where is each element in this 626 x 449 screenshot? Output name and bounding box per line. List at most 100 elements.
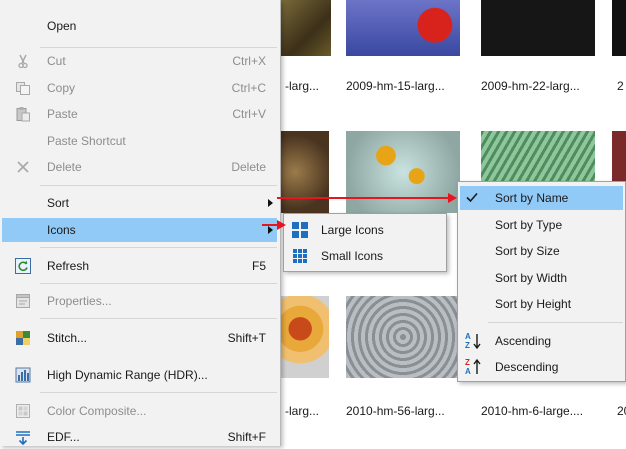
- menu-item-label: Refresh: [47, 259, 90, 273]
- submenu-item-label: Sort by Height: [495, 297, 572, 311]
- menu-item-label: High Dynamic Range (HDR)...: [47, 368, 208, 382]
- menu-item-paste-shortcut[interactable]: Paste Shortcut: [2, 129, 277, 153]
- refresh-icon: [15, 258, 31, 274]
- large-icons-icon: [291, 221, 309, 242]
- hdr-icon: [15, 367, 31, 383]
- svg-text:A: A: [465, 332, 471, 341]
- thumbnail-image[interactable]: [346, 296, 460, 378]
- thumbnail-caption: 2010-hm-56-larg...: [346, 404, 445, 418]
- menu-item-paste[interactable]: Paste Ctrl+V: [2, 102, 277, 126]
- properties-icon: [15, 293, 31, 309]
- submenu-item-label: Sort by Size: [495, 244, 560, 258]
- menu-item-label: Open: [47, 19, 77, 33]
- menu-item-open[interactable]: Open: [2, 14, 277, 38]
- submenu-item-label: Descending: [495, 360, 559, 374]
- thumbnail-caption: 2010-hm-6-large....: [481, 404, 584, 418]
- menu-item-hdr[interactable]: High Dynamic Range (HDR)...: [2, 363, 277, 387]
- menu-item-shortcut: Delete: [231, 160, 266, 174]
- submenu-item-ascending[interactable]: AZ Ascending: [460, 329, 623, 353]
- menu-item-label: Delete: [47, 160, 82, 174]
- menu-separator: [40, 47, 277, 48]
- sort-submenu: Sort by Name Sort by Type Sort by Size S…: [457, 181, 626, 382]
- thumbnail-image[interactable]: [612, 0, 626, 56]
- context-menu: Open Cut Ctrl+X Copy Ctrl+C Paste Ctrl+V…: [0, 0, 281, 446]
- menu-item-label: Color Composite...: [47, 404, 147, 418]
- submenu-item-small-icons[interactable]: Small Icons: [286, 244, 444, 268]
- menu-item-stitch[interactable]: Stitch... Shift+T: [2, 326, 277, 350]
- menu-separator: [40, 185, 277, 186]
- menu-item-label: Copy: [47, 81, 76, 95]
- menu-item-icons[interactable]: Icons: [2, 218, 277, 242]
- scissors-icon: [15, 53, 31, 69]
- submenu-item-label: Large Icons: [321, 223, 384, 237]
- menu-item-label: Sort: [47, 196, 70, 210]
- menu-item-cut[interactable]: Cut Ctrl+X: [2, 49, 277, 73]
- submenu-arrow-icon: [268, 199, 273, 207]
- thumbnail-image[interactable]: [346, 0, 460, 56]
- thumbnail-image[interactable]: [481, 131, 595, 181]
- menu-item-label: Icons: [47, 223, 76, 237]
- icons-submenu: Large Icons Small Icons: [283, 213, 447, 272]
- delete-x-icon: [15, 159, 31, 175]
- submenu-arrow-icon: [268, 226, 273, 234]
- menu-item-sort[interactable]: Sort: [2, 191, 277, 215]
- menu-separator: [40, 392, 277, 393]
- thumbnail-image[interactable]: [346, 131, 460, 213]
- thumbnail-caption: 2009-hm-15-larg...: [346, 79, 445, 93]
- menu-item-label: Cut: [47, 54, 66, 68]
- color-composite-icon: [15, 403, 31, 419]
- menu-separator: [488, 322, 623, 323]
- thumbnail-caption: 2009-hm-22-larg...: [481, 79, 580, 93]
- sort-descending-icon: ZA: [464, 357, 482, 380]
- submenu-item-sort-by-width[interactable]: Sort by Width: [460, 266, 623, 290]
- thumbnail-image[interactable]: [281, 0, 331, 56]
- svg-text:Z: Z: [465, 358, 470, 367]
- menu-item-copy[interactable]: Copy Ctrl+C: [2, 76, 277, 100]
- menu-item-shortcut: F5: [251, 259, 266, 273]
- submenu-item-label: Sort by Width: [495, 271, 568, 285]
- submenu-item-large-icons[interactable]: Large Icons: [286, 218, 444, 242]
- menu-item-shortcut: Ctrl+C: [231, 81, 266, 95]
- menu-item-properties[interactable]: Properties...: [2, 289, 277, 313]
- menu-item-shortcut: Shift+T: [227, 331, 266, 345]
- menu-item-shortcut: Shift+F: [227, 430, 266, 444]
- thumbnail-image[interactable]: [281, 296, 329, 378]
- menu-separator: [40, 247, 277, 248]
- menu-item-delete[interactable]: Delete Delete: [2, 155, 277, 179]
- submenu-item-label: Small Icons: [321, 249, 384, 263]
- thumbnail-caption: -larg...: [285, 404, 320, 418]
- thumbnail-caption: -larg...: [285, 79, 320, 93]
- thumbnail-caption: 2: [617, 79, 624, 93]
- submenu-item-descending[interactable]: ZA Descending: [460, 355, 623, 379]
- submenu-item-sort-by-height[interactable]: Sort by Height: [460, 292, 623, 316]
- copy-icon: [15, 80, 31, 96]
- submenu-item-sort-by-type[interactable]: Sort by Type: [460, 213, 623, 237]
- menu-item-refresh[interactable]: Refresh F5: [2, 254, 277, 278]
- menu-item-label: Paste Shortcut: [47, 134, 126, 148]
- thumbnail-caption: 20: [617, 404, 626, 418]
- menu-item-label: Paste: [47, 107, 78, 121]
- menu-item-label: Stitch...: [47, 331, 88, 345]
- menu-item-shortcut: Ctrl+V: [232, 107, 266, 121]
- stitch-icon: [15, 330, 31, 346]
- thumbnail-image[interactable]: [481, 0, 595, 56]
- menu-item-color-composite[interactable]: Color Composite...: [2, 399, 277, 423]
- edf-icon: [15, 429, 31, 446]
- menu-separator: [40, 318, 277, 319]
- submenu-item-sort-by-size[interactable]: Sort by Size: [460, 239, 623, 263]
- svg-text:A: A: [465, 367, 471, 376]
- menu-separator: [40, 283, 277, 284]
- menu-item-edf[interactable]: EDF... Shift+F: [2, 425, 277, 449]
- thumbnail-image[interactable]: [281, 131, 329, 213]
- svg-text:Z: Z: [465, 341, 470, 350]
- submenu-item-sort-by-name[interactable]: Sort by Name: [460, 186, 623, 210]
- menu-item-label: EDF...: [47, 430, 80, 444]
- small-icons-icon: [292, 248, 308, 267]
- clipboard-icon: [15, 106, 31, 122]
- thumbnail-image[interactable]: [612, 131, 626, 181]
- checkmark-icon: [465, 190, 479, 207]
- sort-ascending-icon: AZ: [464, 331, 482, 354]
- submenu-item-label: Ascending: [495, 334, 552, 348]
- submenu-item-label: Sort by Type: [495, 218, 563, 232]
- menu-item-shortcut: Ctrl+X: [232, 54, 266, 68]
